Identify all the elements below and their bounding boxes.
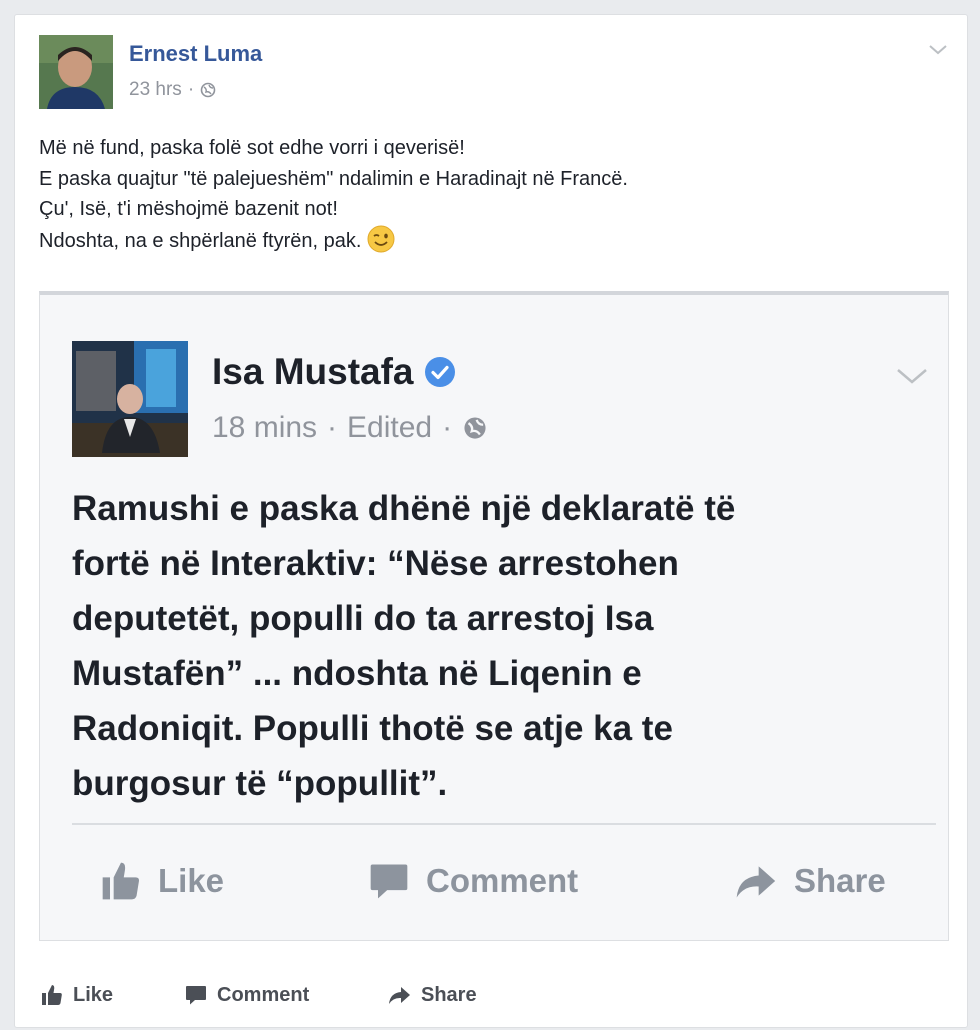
edited-label[interactable]: Edited (347, 411, 432, 445)
author-avatar[interactable] (39, 35, 113, 109)
shared-line: Ramushi e paska dhënë një deklaratë të (72, 489, 736, 528)
shared-line: Radoniqit. Populli thotë se atje ka te (72, 709, 673, 748)
post-timestamp[interactable]: 23 hrs (129, 79, 182, 101)
avatar-photo (39, 35, 113, 109)
post-line: Më në fund, paska folë sot edhe vorri i … (39, 137, 465, 159)
shared-avatar-photo (72, 341, 188, 457)
shared-message: Ramushi e paska dhënë një deklaratë të f… (72, 481, 922, 811)
shared-menu-chevron-down-icon[interactable] (894, 365, 930, 387)
shared-timestamp[interactable]: 18 mins (212, 411, 317, 445)
shared-post[interactable]: Isa Mustafa 18 mins · Edited · Ramushi e… (39, 291, 949, 941)
shared-like-button[interactable]: Like (98, 851, 224, 911)
meta-separator: · (442, 411, 453, 444)
post-menu-chevron-down-icon[interactable] (927, 41, 949, 57)
shared-action-bar: Like Comment Share (40, 851, 948, 911)
post-message: Më në fund, paska folë sot edhe vorri i … (39, 133, 939, 256)
shared-line: Mustafën” ... ndoshta në Liqenin e (72, 654, 642, 693)
shared-author-name[interactable]: Isa Mustafa (212, 351, 414, 393)
wink-emoji-icon (367, 225, 395, 252)
comment-button[interactable]: Comment (183, 975, 309, 1015)
post-line-with-emoji: Ndoshta, na e shpërlanë ftyrën, pak. (39, 225, 939, 257)
post-action-bar: Like Comment Share (39, 975, 967, 1015)
globe-icon[interactable] (462, 415, 488, 441)
comment-bubble-icon (186, 986, 206, 1005)
share-label: Share (421, 983, 477, 1006)
post-author-name[interactable]: Ernest Luma (129, 41, 262, 67)
comment-bubble-icon (370, 864, 408, 899)
verified-badge-icon (424, 357, 455, 387)
shared-author-avatar[interactable] (72, 341, 188, 457)
share-button[interactable]: Share (385, 975, 477, 1015)
share-arrow-icon (736, 866, 776, 898)
post-line: Çu', Isë, t'i mëshojmë bazenit not! (39, 198, 338, 220)
comment-label: Comment (217, 983, 310, 1006)
shared-comment-button[interactable]: Comment (366, 851, 578, 911)
thumbs-up-icon (102, 862, 139, 900)
shared-like-label: Like (158, 862, 225, 899)
shared-divider (72, 823, 936, 825)
post-line: Ndoshta, na e shpërlanë ftyrën, pak. (39, 229, 362, 252)
thumbs-up-icon (42, 985, 62, 1005)
meta-separator: · (327, 411, 338, 444)
shared-meta: 18 mins · Edited · (212, 411, 488, 445)
shared-line: burgosur të “popullit”. (72, 764, 448, 803)
post-meta: 23 hrs · (129, 79, 216, 101)
shared-comment-label: Comment (426, 862, 579, 899)
globe-icon[interactable] (200, 82, 216, 98)
shared-author-line: Isa Mustafa (212, 351, 456, 393)
like-button[interactable]: Like (39, 975, 113, 1015)
shared-share-button[interactable]: Share (730, 851, 886, 911)
shared-share-label: Share (794, 862, 886, 899)
facebook-post: Ernest Luma 23 hrs · Më në fund, paska f… (14, 14, 968, 1028)
post-line: E paska quajtur "të palejueshëm" ndalimi… (39, 167, 628, 190)
meta-separator: · (187, 79, 195, 100)
share-arrow-icon (389, 987, 410, 1004)
shared-line: deputetët, populli do ta arrestoj Isa (72, 599, 654, 638)
shared-line: fortë në Interaktiv: “Nëse arrestohen (72, 544, 679, 583)
like-label: Like (73, 983, 114, 1006)
